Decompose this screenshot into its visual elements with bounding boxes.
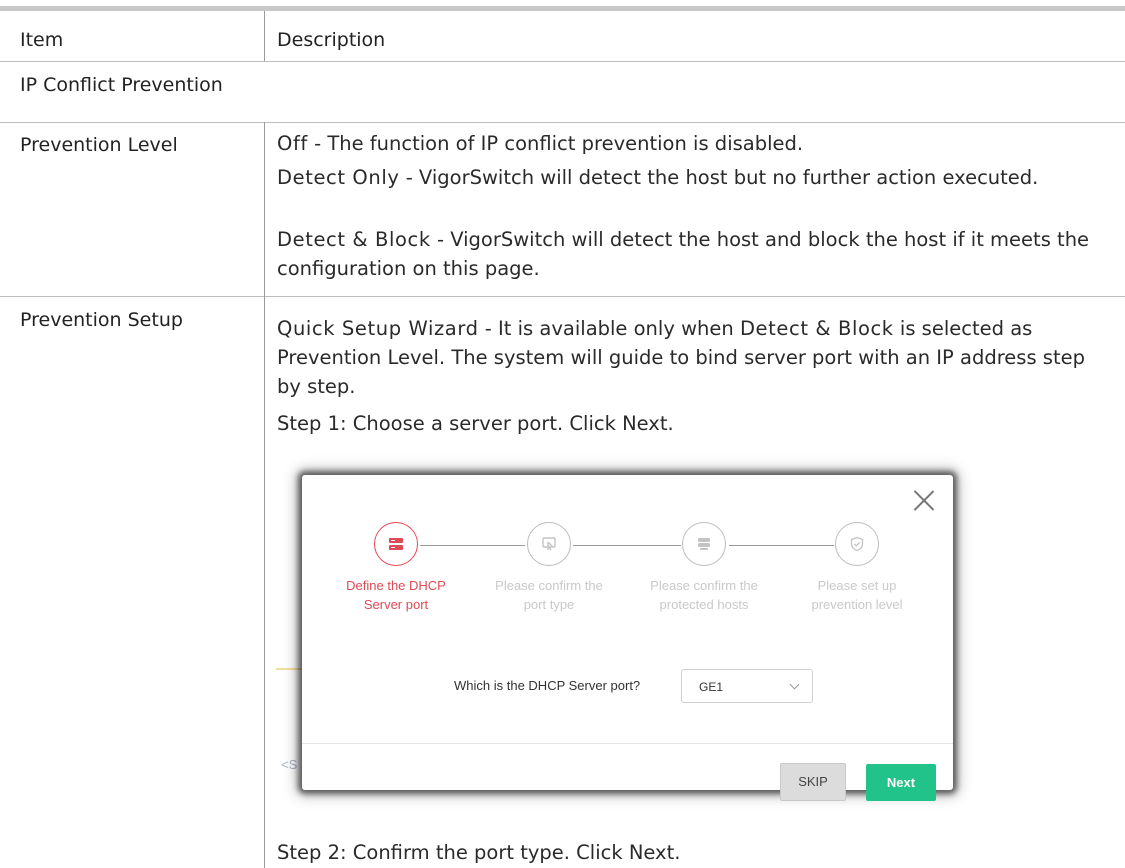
chevron-down-icon bbox=[789, 679, 800, 690]
step-1-label: Define the DHCP Server port bbox=[346, 578, 446, 612]
step-1-circle bbox=[374, 522, 418, 566]
prevention-level-off: Off - The function of IP conflict preven… bbox=[277, 132, 804, 155]
hosts-icon bbox=[698, 538, 710, 550]
quick-setup-wizard-dialog: Define the DHCP Server port Please confir… bbox=[302, 475, 953, 801]
document-page: Item Description IP Conflict Prevention … bbox=[0, 0, 1125, 868]
step-connector bbox=[573, 545, 681, 546]
next-button[interactable]: Next bbox=[866, 764, 936, 801]
dhcp-port-select-value: GE1 bbox=[699, 680, 724, 694]
prevention-level-detect-only: Detect Only - VigorSwitch will detect th… bbox=[277, 166, 1039, 189]
step-connector bbox=[420, 545, 525, 546]
row-divider bbox=[0, 296, 1125, 297]
step-4-label: Please set up prevention level bbox=[811, 578, 903, 612]
close-icon[interactable] bbox=[913, 489, 935, 511]
step-4-circle bbox=[835, 522, 879, 566]
column-divider bbox=[264, 296, 265, 868]
background-trace: <S bbox=[281, 757, 298, 772]
port-icon bbox=[542, 537, 556, 551]
step-2-label: Please confirm the port type bbox=[495, 578, 603, 612]
server-icon bbox=[389, 538, 403, 550]
header-description: Description bbox=[277, 29, 386, 51]
row-item-prevention-level: Prevention Level bbox=[20, 134, 178, 156]
step-2-circle bbox=[527, 522, 571, 566]
skip-button[interactable]: SKIP bbox=[780, 763, 846, 801]
prevention-setup-intro: Quick Setup Wizard - It is available onl… bbox=[277, 317, 1085, 398]
prevention-level-detect-block: Detect & Block - VigorSwitch will detect… bbox=[277, 228, 1090, 280]
table-top-border bbox=[0, 6, 1125, 11]
step-3-label: Please confirm the protected hosts bbox=[650, 578, 758, 612]
dhcp-port-question: Which is the DHCP Server port? bbox=[454, 678, 641, 693]
dhcp-port-select[interactable]: GE1 bbox=[681, 669, 813, 703]
column-divider bbox=[264, 11, 265, 61]
dialog-footer-divider bbox=[302, 743, 953, 744]
shield-check-icon bbox=[850, 536, 864, 552]
header-item: Item bbox=[20, 29, 64, 51]
column-divider bbox=[264, 122, 265, 296]
row-divider bbox=[0, 61, 1125, 62]
section-title: IP Conflict Prevention bbox=[20, 74, 223, 96]
step2-text: Step 2: Confirm the port type. Click Nex… bbox=[277, 841, 681, 864]
step-3-circle bbox=[682, 522, 726, 566]
row-divider bbox=[0, 122, 1125, 123]
step1-text: Step 1: Choose a server port. Click Next… bbox=[277, 412, 674, 435]
step-connector bbox=[729, 545, 834, 546]
row-item-prevention-setup: Prevention Setup bbox=[20, 309, 183, 331]
